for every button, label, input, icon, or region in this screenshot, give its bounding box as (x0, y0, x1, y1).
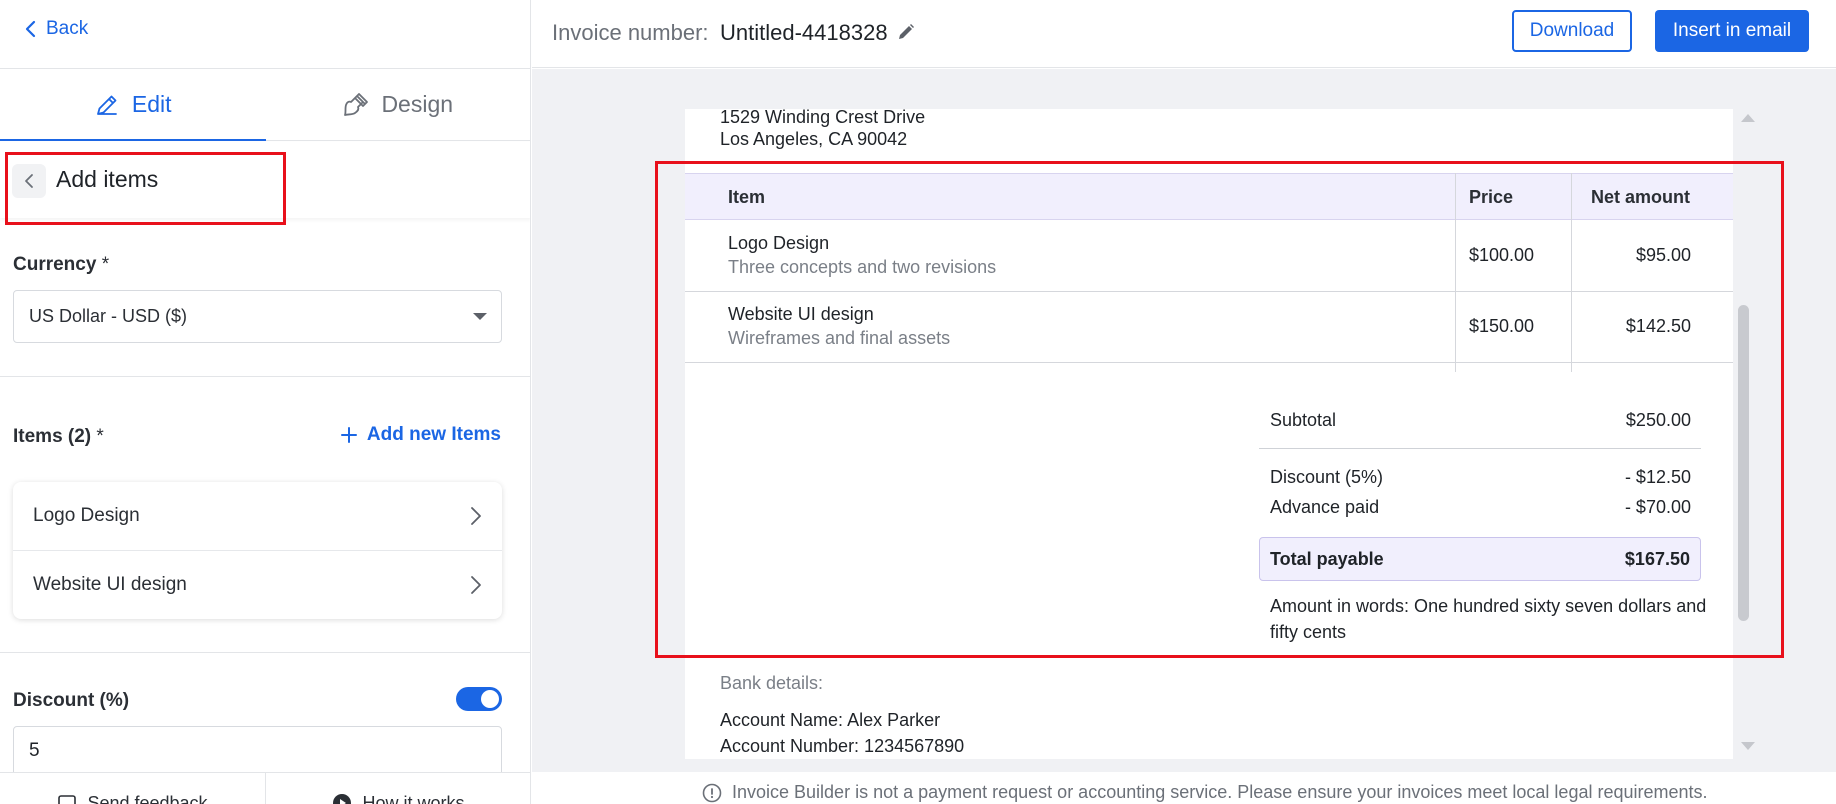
list-item[interactable]: Logo Design (13, 482, 502, 550)
address-line: 1529 Winding Crest Drive (720, 109, 926, 127)
column-divider (1455, 173, 1456, 372)
info-icon (702, 783, 722, 802)
bank-account-name: Account Name: Alex Parker (720, 710, 941, 730)
item-name: Logo Design (728, 233, 830, 253)
tab-design-label: Design (381, 91, 454, 117)
column-divider (1571, 173, 1572, 372)
add-new-items-label: Add new Items (366, 424, 501, 445)
edit-pencil-icon[interactable] (896, 22, 916, 42)
item-name: Website UI design (728, 304, 874, 324)
left-panel: Back Edit Design Add items Currency * US… (0, 0, 531, 804)
legal-notice-text: Invoice Builder is not a payment request… (732, 782, 1708, 802)
collapse-button[interactable] (12, 164, 46, 198)
pencil-icon (97, 95, 117, 115)
discount-summary-label: Discount (5%) (1270, 467, 1384, 487)
discount-summary-value: - $12.50 (1624, 467, 1691, 487)
row-divider (685, 362, 1733, 363)
feedback-icon (58, 795, 77, 804)
tab-edit-label: Edit (131, 91, 172, 117)
plus-icon (340, 427, 357, 443)
chevron-left-icon (25, 174, 33, 188)
invoice-number-value: Untitled-4418328 (720, 20, 888, 45)
advance-paid-label: Advance paid (1270, 497, 1380, 517)
currency-label-text: Currency (13, 254, 97, 275)
column-header: Net amount (1591, 187, 1690, 207)
currency-select[interactable]: US Dollar - USD ($) (13, 290, 502, 343)
address-line: Los Angeles, CA 90042 (720, 129, 908, 149)
column-header: Item (728, 187, 766, 207)
required-mark: * (96, 426, 104, 447)
back-label: Back (46, 18, 89, 39)
summary-divider (1259, 448, 1701, 449)
download-button[interactable]: Download (1512, 10, 1632, 52)
items-list: Logo Design Website UI design (13, 482, 502, 619)
discount-toggle[interactable] (456, 687, 502, 711)
total-payable-value: $167.50 (1624, 549, 1690, 569)
legal-notice: Invoice Builder is not a payment request… (702, 782, 1708, 803)
play-icon (333, 794, 352, 804)
advance-paid-value: - $70.00 (1624, 497, 1691, 517)
list-item[interactable]: Website UI design (13, 550, 502, 618)
subtotal-value: $250.00 (1625, 410, 1691, 430)
chevron-left-icon (25, 20, 36, 38)
item-price: $100.00 (1469, 245, 1535, 265)
total-payable-label: Total payable (1270, 549, 1384, 569)
total-payable-box: Total payable $167.50 (1259, 537, 1701, 581)
item-label: Logo Design (33, 505, 140, 526)
divider (0, 652, 530, 653)
invoice-number-label: Invoice number: (552, 20, 709, 45)
tab-bar: Edit Design (0, 69, 531, 141)
discount-input[interactable]: 5 (13, 726, 502, 776)
discount-label: Discount (%) (13, 690, 130, 711)
scroll-down-arrow[interactable] (1741, 742, 1755, 750)
tab-edit[interactable]: Edit (0, 69, 266, 141)
items-label: Items (2) * (13, 426, 104, 448)
scroll-up-arrow[interactable] (1741, 114, 1755, 122)
scrollbar-thumb[interactable] (1738, 305, 1749, 621)
item-price: $150.00 (1469, 316, 1535, 336)
add-items-title: Add items (56, 166, 159, 192)
add-items-header: Add items (0, 142, 530, 218)
brush-icon (344, 92, 369, 116)
tab-design[interactable]: Design (266, 69, 531, 140)
send-feedback-label: Send feedback (87, 793, 208, 804)
subtotal-label: Subtotal (1270, 410, 1337, 430)
add-new-items-button[interactable]: Add new Items (340, 424, 501, 446)
preview-canvas: 1529 Winding Crest Drive Los Angeles, CA… (532, 69, 1836, 772)
currency-value: US Dollar - USD ($) (29, 306, 188, 326)
item-description: Wireframes and final assets (728, 328, 951, 348)
required-mark: * (101, 254, 110, 275)
currency-label: Currency * (13, 254, 109, 276)
column-header: Price (1469, 187, 1514, 207)
chevron-right-icon (471, 575, 481, 594)
insert-in-email-button[interactable]: Insert in email (1655, 10, 1809, 52)
item-label: Website UI design (33, 573, 187, 595)
item-net: $95.00 (1635, 245, 1691, 265)
row-divider (685, 291, 1733, 292)
chevron-right-icon (471, 507, 481, 525)
how-it-works-button[interactable]: How it works (265, 773, 530, 804)
back-button[interactable]: Back (24, 18, 88, 40)
how-it-works-label: How it works (362, 793, 465, 804)
items-table-header: Item Price Net amount (685, 173, 1733, 220)
top-header: Invoice number: Untitled-4418328 Downloa… (532, 0, 1836, 68)
footer-bar: Send feedback How it works (0, 772, 530, 804)
send-feedback-button[interactable]: Send feedback (0, 773, 265, 804)
bank-details-label: Bank details: (720, 673, 824, 693)
invoice-paper: 1529 Winding Crest Drive Los Angeles, CA… (685, 109, 1733, 759)
items-label-text: Items (2) (13, 426, 92, 447)
amount-in-words: Amount in words: One hundred sixty seven… (1270, 596, 1707, 642)
divider (0, 376, 530, 377)
item-description: Three concepts and two revisions (728, 257, 997, 277)
caret-down-icon (473, 313, 487, 320)
bank-account-number: Account Number: 1234567890 (720, 736, 965, 756)
item-net: $142.50 (1625, 316, 1691, 336)
